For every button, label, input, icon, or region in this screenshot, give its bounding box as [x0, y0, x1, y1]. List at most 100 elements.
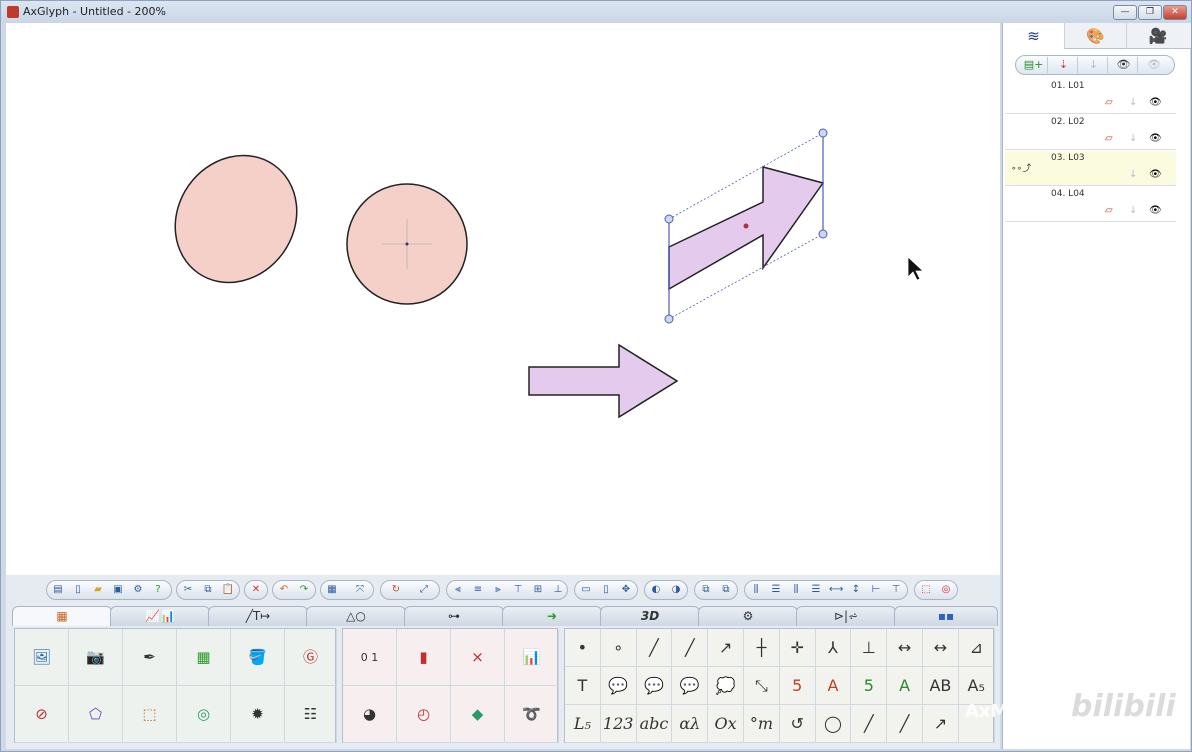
circle-outline-tool-button[interactable]: ◯ — [815, 705, 852, 743]
paste-icon[interactable]: 📋 — [221, 583, 235, 597]
distribute-h-icon[interactable]: ⫼ — [749, 583, 763, 597]
tab-flow[interactable]: ⊶ — [404, 606, 504, 626]
move-layer-down-button[interactable]: ⇣ — [1050, 57, 1078, 73]
tab-lines-text[interactable]: ╱T↦ — [208, 606, 308, 626]
math-ox-tool-button[interactable]: Ox — [708, 705, 744, 743]
tab-arrows[interactable]: ➜ — [502, 606, 602, 626]
arrow-down-icon[interactable]: ↓ — [1129, 205, 1137, 216]
pen-button[interactable]: ✒ — [123, 629, 177, 686]
group-button[interactable]: Ⓖ — [285, 629, 337, 686]
pin-a-tool-button[interactable]: A — [887, 667, 923, 705]
space-v-icon[interactable]: ↕ — [849, 583, 863, 597]
arrow-line-tool-button[interactable]: ↗ — [923, 705, 959, 743]
greek-tool-button[interactable]: αλ — [672, 705, 709, 743]
lock-off-icon[interactable]: ▱ — [1105, 133, 1113, 144]
colorbar-button[interactable]: ▮ — [397, 629, 451, 686]
gauge-button[interactable]: ◴ — [397, 686, 451, 743]
snap-icon[interactable]: ⤧ — [353, 583, 367, 597]
lock-off-icon[interactable]: ▱ — [1105, 97, 1113, 108]
tab-3d[interactable]: 3D — [600, 606, 700, 626]
hide-all-button[interactable]: 👁 — [1140, 57, 1168, 73]
badge-a-tool-button[interactable]: A — [815, 667, 852, 705]
align-center-icon[interactable]: ≡ — [471, 583, 485, 597]
subscript-text-tool-button[interactable]: A₅ — [958, 667, 995, 705]
resize-handle[interactable] — [664, 214, 674, 224]
no-fill-button[interactable]: ⊘ — [15, 686, 69, 743]
close-button[interactable]: ✕ — [1163, 5, 1187, 20]
thick-line-tool-button[interactable]: ╱ — [887, 705, 923, 743]
fill-button[interactable]: 🪣 — [231, 629, 285, 686]
same-height-icon[interactable]: ▯ — [599, 583, 613, 597]
open-folder-icon[interactable]: ▰ — [91, 583, 105, 597]
angle-tool-button[interactable]: ⊿ — [958, 629, 995, 667]
copy-icon[interactable]: ⧉ — [201, 583, 215, 597]
screenshot-button[interactable]: 📷 — [69, 629, 123, 686]
align-left-icon[interactable]: ⫷ — [451, 583, 465, 597]
align-middle-icon[interactable]: ⊞ — [531, 583, 545, 597]
eye-icon[interactable]: 👁 — [1149, 205, 1162, 216]
callout-round-tool-button[interactable]: 💬 — [636, 667, 673, 705]
redo-icon[interactable]: ↷ — [297, 583, 311, 597]
lock-off-icon[interactable]: ▱ — [1105, 205, 1113, 216]
new-file-icon[interactable]: ▯ — [71, 583, 85, 597]
align-right-icon[interactable]: ⫸ — [491, 583, 505, 597]
bar-chart-button[interactable]: 📊 — [505, 629, 559, 686]
italic-abc-tool-button[interactable]: abc — [636, 705, 673, 743]
distribute-v-icon[interactable]: ☰ — [769, 583, 783, 597]
arrow-down-icon[interactable]: ↓ — [1129, 97, 1137, 108]
arrow-down-icon[interactable]: ↓ — [1129, 169, 1137, 180]
combine-icon[interactable]: ◐ — [649, 583, 663, 597]
flip-icon[interactable]: ⤢ — [417, 583, 431, 597]
node-edit-button[interactable]: ⬠ — [69, 686, 123, 743]
align-top-icon[interactable]: ⊤ — [511, 583, 525, 597]
distribute-middle-icon[interactable]: ☰ — [809, 583, 823, 597]
degree-m-tool-button[interactable]: °m — [744, 705, 780, 743]
pin-5-tool-button[interactable]: 5 — [851, 667, 888, 705]
send-back-icon[interactable]: ⧉ — [719, 583, 733, 597]
rotate-arc-tool-button[interactable]: ↺ — [779, 705, 816, 743]
text-tool-button[interactable]: T — [565, 667, 601, 705]
crop-button[interactable]: ⬚ — [123, 686, 177, 743]
maximize-button[interactable]: ❐ — [1138, 5, 1162, 20]
callout-oval-tool-button[interactable]: 💬 — [672, 667, 709, 705]
break-icon[interactable]: ◑ — [669, 583, 683, 597]
ab-text-tool-button[interactable]: AB — [923, 667, 959, 705]
settings-icon[interactable]: ⚙ — [131, 583, 145, 597]
grid-icon[interactable]: ▦ — [325, 583, 339, 597]
resize-handle[interactable] — [818, 229, 828, 239]
tab-animation[interactable]: 🎥 — [1127, 23, 1189, 49]
surface-plot-button[interactable]: ◆ — [451, 686, 505, 743]
pie-chart-button[interactable]: ◕ — [343, 686, 397, 743]
tab-style[interactable]: 🎨 — [1065, 23, 1127, 49]
space-equal-v-icon[interactable]: ⊤ — [889, 583, 903, 597]
delete-icon[interactable]: ✕ — [249, 583, 263, 597]
brain-button[interactable]: ✹ — [231, 686, 285, 743]
number-tool-button[interactable]: 123 — [600, 705, 637, 743]
tab-colors[interactable]: ▦ — [12, 606, 112, 626]
insert-image-button[interactable]: 🖼 — [15, 629, 69, 686]
layer-row-selected[interactable]: ∘∘⤴ 03. L03 ↓ 👁 — [1005, 151, 1176, 186]
function-plot-button[interactable]: ⨯ — [451, 629, 505, 686]
tree-button[interactable]: ☷ — [285, 686, 337, 743]
resize-handle[interactable] — [818, 128, 828, 138]
eye-icon[interactable]: 👁 — [1149, 133, 1162, 144]
target-icon[interactable]: ◎ — [939, 583, 953, 597]
layer-row[interactable]: 01. L01 ▱ ↓ 👁 — [1005, 79, 1176, 114]
layer-row[interactable]: 04. L04 ▱ ↓ 👁 — [1005, 187, 1176, 222]
cloud-callout-tool-button[interactable]: 💭 — [708, 667, 744, 705]
bring-front-icon[interactable]: ⧉ — [699, 583, 713, 597]
tab-misc[interactable]: ▪▪ — [894, 606, 998, 626]
save-icon[interactable]: ▣ — [111, 583, 125, 597]
tab-layers[interactable]: ≋ — [1003, 23, 1065, 49]
line-tool-button[interactable]: ╱ — [636, 629, 673, 667]
undo-icon[interactable]: ↶ — [277, 583, 291, 597]
menu-icon[interactable]: ▤ — [51, 583, 65, 597]
layer-row[interactable]: 02. L02 ▱ ↓ 👁 — [1005, 115, 1176, 150]
badge-5-tool-button[interactable]: 5 — [779, 667, 816, 705]
drawing-canvas[interactable] — [6, 23, 1000, 575]
cut-icon[interactable]: ✂ — [181, 583, 195, 597]
dot-tool-button[interactable]: • — [565, 629, 601, 667]
arrow-tool-button[interactable]: ↗ — [708, 629, 744, 667]
tripod-tool-button[interactable]: ⅄ — [815, 629, 852, 667]
thin-line-tool-button[interactable]: ╱ — [851, 705, 888, 743]
